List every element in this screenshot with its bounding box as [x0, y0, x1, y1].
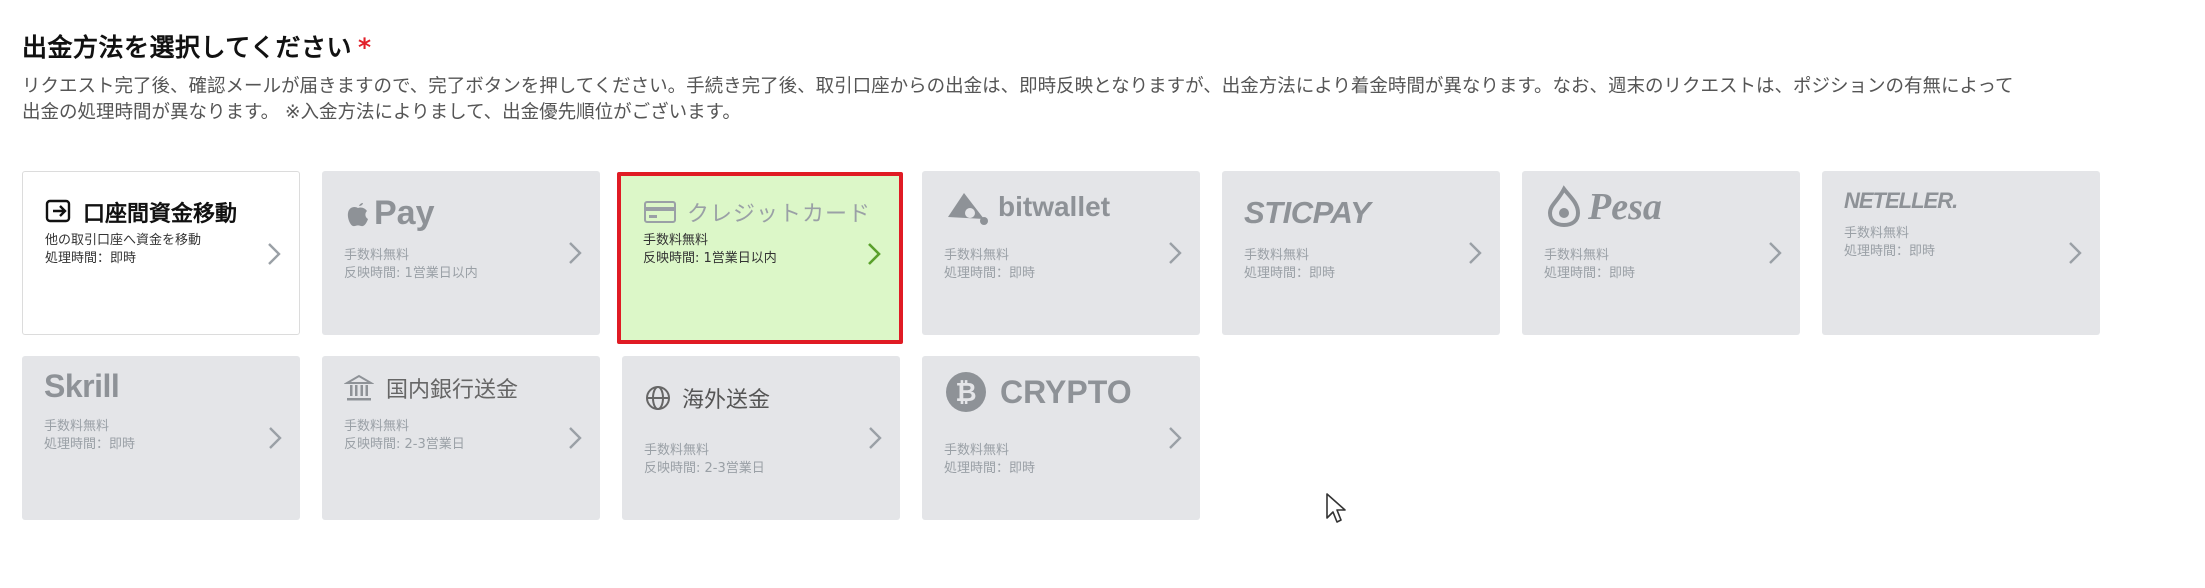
chevron-right-icon — [569, 242, 582, 264]
method-label: 口座間資金移動 — [83, 202, 238, 227]
chevron-right-icon — [269, 427, 282, 449]
title-row: Skrill — [44, 362, 120, 410]
method-info: 手数料無料 反映時間: 1営業日以内 — [643, 232, 777, 268]
method-card-sticpay[interactable]: STICPAY 手数料無料 処理時間：即時 — [1222, 171, 1500, 335]
chevron-right-icon — [1169, 242, 1182, 264]
title-text: 出金方法を選択してください — [22, 33, 353, 62]
method-label: Pay — [374, 193, 435, 232]
fee-text: 手数料無料 — [643, 233, 709, 248]
method-card-pesa[interactable]: Pesa 手数料無料 処理時間：即時 — [1522, 171, 1800, 335]
fee-text: 手数料無料 — [944, 443, 1010, 458]
method-info: 他の取引口座へ資金を移動 処理時間：即時 — [45, 232, 201, 268]
description-line-2: 出金の処理時間が異なります。 ※入金方法によりまして、出金優先順位がございます。 — [22, 102, 741, 123]
title-row: Pay — [344, 189, 435, 237]
page-title: 出金方法を選択してください * — [22, 28, 372, 64]
chevron-right-icon — [1469, 242, 1482, 264]
time-text: 処理時間：即時 — [944, 266, 1036, 281]
method-card-overseas-transfer[interactable]: 海外送金 手数料無料 反映時間: 2-3営業日 — [622, 356, 900, 520]
title-row: クレジットカード — [643, 188, 871, 236]
description: リクエスト完了後、確認メールが届きますので、完了ボタンを押してください。手続き完… — [22, 74, 2197, 126]
bitcoin-icon: ₿ — [946, 372, 986, 412]
title-row: STICPAY — [1244, 189, 1371, 237]
title-row: ₿ CRYPTO — [944, 368, 1132, 416]
method-card-account-transfer[interactable]: 口座間資金移動 他の取引口座へ資金を移動 処理時間：即時 — [22, 171, 300, 335]
time-text: 処理時間：即時 — [45, 251, 137, 266]
method-label: CRYPTO — [1000, 373, 1132, 410]
method-info: 手数料無料 処理時間：即時 — [1844, 225, 1935, 261]
transfer-icon — [45, 199, 71, 223]
bitwallet-icon — [948, 193, 988, 225]
time-text: 処理時間：即時 — [944, 461, 1036, 476]
time-text: 反映時間: 1営業日以内 — [643, 251, 777, 266]
time-text: 反映時間: 2-3営業日 — [644, 461, 765, 476]
mouse-cursor-icon — [1326, 493, 1346, 523]
svg-text:₿: ₿ — [955, 378, 976, 408]
method-info: 手数料無料 処理時間：即時 — [944, 442, 1035, 478]
chevron-right-icon — [1769, 242, 1782, 264]
method-card-domestic-bank[interactable]: 国内銀行送金 手数料無料 反映時間: 2-3営業日 — [322, 356, 600, 520]
chevron-right-icon — [569, 427, 582, 449]
method-card-crypto[interactable]: ₿ CRYPTO 手数料無料 処理時間：即時 — [922, 356, 1200, 520]
method-label: 国内銀行送金 — [386, 378, 519, 403]
method-card-neteller[interactable]: NETELLER. 手数料無料 処理時間：即時 — [1822, 171, 2100, 335]
time-text: 処理時間：即時 — [1544, 266, 1636, 281]
method-info: 手数料無料 反映時間: 1営業日以内 — [344, 247, 478, 283]
skrill-logo: Skrill — [44, 367, 120, 404]
time-text: 処理時間：即時 — [1244, 266, 1336, 281]
method-card-credit-card[interactable]: クレジットカード 手数料無料 反映時間: 1営業日以内 — [617, 172, 903, 344]
neteller-logo: NETELLER. — [1844, 188, 1958, 213]
sticpay-logo: STICPAY — [1244, 195, 1371, 230]
bank-icon — [344, 374, 374, 401]
method-info: 手数料無料 反映時間: 2-3営業日 — [344, 418, 465, 454]
title-row: bitwallet — [944, 183, 1110, 231]
fee-text: 手数料無料 — [944, 248, 1010, 263]
apple-icon — [347, 203, 368, 227]
required-mark: * — [358, 33, 372, 62]
time-text: 反映時間: 1営業日以内 — [344, 266, 478, 281]
time-text: 処理時間：即時 — [44, 437, 136, 452]
title-row: 海外送金 — [644, 374, 770, 422]
method-info: 手数料無料 処理時間：即時 — [944, 247, 1035, 283]
method-label: クレジットカード — [687, 202, 872, 227]
fee-text: 手数料無料 — [44, 419, 110, 434]
method-info: 手数料無料 反映時間: 2-3営業日 — [644, 442, 765, 478]
fee-text: 手数料無料 — [1544, 248, 1610, 263]
chevron-right-icon — [2069, 242, 2082, 264]
method-label: bitwallet — [998, 191, 1111, 222]
chevron-right-icon — [869, 427, 882, 449]
fee-text: 他の取引口座へ資金を移動 — [45, 233, 202, 248]
chevron-right-icon — [868, 243, 881, 265]
chevron-right-icon — [268, 243, 281, 265]
method-info: 手数料無料 処理時間：即時 — [1244, 247, 1335, 283]
method-card-bitwallet[interactable]: bitwallet 手数料無料 処理時間：即時 — [922, 171, 1200, 335]
method-card-skrill[interactable]: Skrill 手数料無料 処理時間：即時 — [22, 356, 300, 520]
title-row: Pesa — [1544, 183, 1662, 231]
title-row: NETELLER. — [1844, 177, 1958, 225]
method-label: Pesa — [1588, 186, 1662, 228]
method-info: 手数料無料 処理時間：即時 — [44, 418, 135, 454]
title-row: 国内銀行送金 — [344, 364, 518, 412]
method-label: 海外送金 — [682, 388, 771, 413]
method-info: 手数料無料 処理時間：即時 — [1544, 247, 1635, 283]
fee-text: 手数料無料 — [344, 248, 410, 263]
time-text: 処理時間：即時 — [1844, 244, 1936, 259]
time-text: 反映時間: 2-3営業日 — [344, 437, 465, 452]
method-card-apple-pay[interactable]: Pay 手数料無料 反映時間: 1営業日以内 — [322, 171, 600, 335]
fee-text: 手数料無料 — [644, 443, 710, 458]
credit-card-icon — [644, 201, 676, 223]
chevron-right-icon — [1169, 427, 1182, 449]
fee-text: 手数料無料 — [344, 419, 410, 434]
fee-text: 手数料無料 — [1844, 226, 1910, 241]
title-row: 口座間資金移動 — [45, 188, 237, 236]
globe-icon — [646, 386, 670, 410]
fee-text: 手数料無料 — [1244, 248, 1310, 263]
pesa-icon — [1547, 185, 1581, 228]
description-line-1: リクエスト完了後、確認メールが届きますので、完了ボタンを押してください。手続き完… — [22, 76, 2014, 97]
